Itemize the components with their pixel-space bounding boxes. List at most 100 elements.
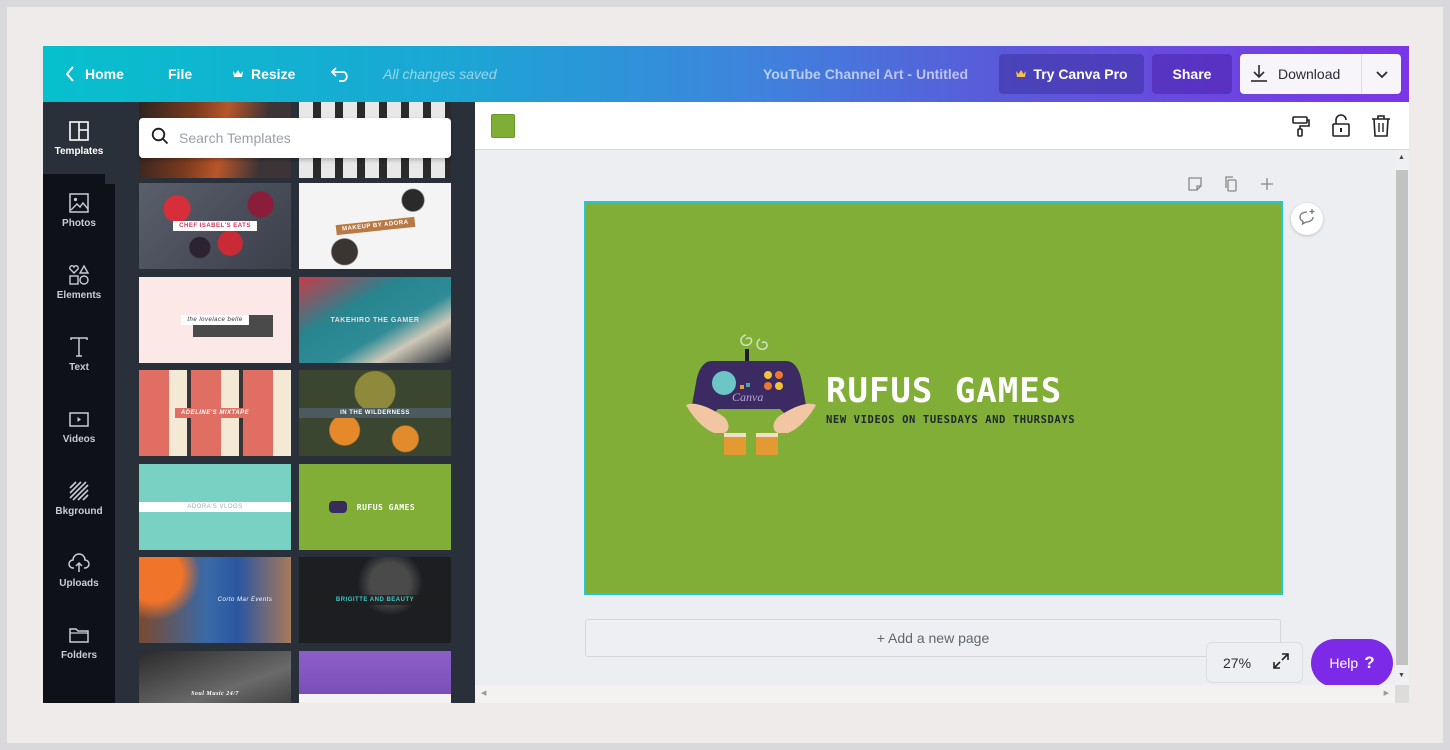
save-status: All changes saved xyxy=(383,66,497,82)
scroll-down-arrow-icon[interactable]: ▼ xyxy=(1398,672,1405,679)
uploads-icon xyxy=(68,552,90,572)
template-thumbnail[interactable]: ADORA'S VLOGS xyxy=(139,464,291,550)
template-caption: Soul Music 24/7 xyxy=(191,691,239,697)
template-thumbnail[interactable]: ADELINE'S MIXTAPE xyxy=(139,370,291,456)
videos-icon xyxy=(69,411,89,427)
search-icon xyxy=(151,127,169,150)
comment-add-icon xyxy=(1298,208,1316,231)
sidebar-item-text[interactable]: Text xyxy=(43,318,115,390)
template-thumbnail[interactable]: IN THE WILDERNESS xyxy=(299,370,451,456)
design-canvas[interactable]: Canva RUFUS GAMES NEW VIDEOS ON TUESDAYS… xyxy=(584,201,1283,595)
template-caption: ADELINE'S MIXTAPE xyxy=(174,408,256,418)
crown-icon xyxy=(232,69,244,79)
chevron-left-icon xyxy=(65,66,75,82)
templates-icon xyxy=(69,120,89,141)
photos-icon xyxy=(69,192,89,213)
design-title[interactable]: RUFUS GAMES xyxy=(826,373,1062,409)
template-thumbnail[interactable]: TAKEHIRO THE GAMER xyxy=(299,277,451,363)
duplicate-page-icon[interactable] xyxy=(1221,174,1241,194)
sidebar-label: Templates xyxy=(54,145,104,157)
home-label: Home xyxy=(85,66,124,82)
template-thumbnail[interactable]: CHEF ISABEL'S EATS xyxy=(139,183,291,269)
template-thumbnail[interactable]: Corto Mar Events xyxy=(139,557,291,643)
undo-button[interactable] xyxy=(331,46,351,102)
document-title[interactable]: YouTube Channel Art - Untitled xyxy=(763,46,968,102)
template-caption: CHEF ISABEL'S EATS xyxy=(173,221,257,231)
scrollbar-corner xyxy=(1395,685,1409,703)
paint-roller-icon[interactable] xyxy=(1290,114,1312,138)
zoom-level[interactable]: 27% xyxy=(1223,655,1251,671)
template-caption: the lovelace belle xyxy=(181,315,249,325)
scroll-up-arrow-icon[interactable]: ▲ xyxy=(1398,154,1405,161)
resize-button[interactable]: Resize xyxy=(232,46,295,102)
template-thumbnail[interactable]: Soul Music 24/7 xyxy=(139,651,291,703)
download-label: Download xyxy=(1278,66,1341,82)
scrollbar-thumb[interactable] xyxy=(1396,170,1408,665)
template-thumbnail[interactable]: RUFUS GAMES xyxy=(299,464,451,550)
notes-icon[interactable] xyxy=(1185,174,1205,194)
home-button[interactable]: Home xyxy=(65,46,124,102)
background-icon xyxy=(69,480,89,501)
folders-icon xyxy=(69,627,89,643)
scroll-right-arrow-icon[interactable]: ▶ xyxy=(1384,689,1389,697)
file-menu-button[interactable]: File xyxy=(168,46,192,102)
sidebar-item-elements[interactable]: Elements xyxy=(43,246,115,318)
help-button[interactable]: Help ? xyxy=(1311,639,1393,687)
undo-icon xyxy=(331,66,351,82)
chevron-down-icon xyxy=(1375,66,1388,82)
template-caption: BRIGITTE AND BEAUTY xyxy=(299,595,451,605)
sidebar-label: Text xyxy=(69,361,89,373)
question-mark-icon: ? xyxy=(1364,653,1375,672)
share-button[interactable]: Share xyxy=(1152,54,1232,94)
template-thumbnail[interactable]: BRIGITTE AND BEAUTY xyxy=(299,557,451,643)
side-navigation: Templates Photos Elements Text Videos Bk… xyxy=(43,102,115,703)
sidebar-item-templates[interactable]: Templates xyxy=(43,102,115,174)
horizontal-scrollbar[interactable]: ◀ ▶ xyxy=(475,685,1395,703)
try-canva-pro-button[interactable]: Try Canva Pro xyxy=(999,54,1144,94)
sidebar-item-folders[interactable]: Folders xyxy=(43,606,115,678)
gamepad-logo-icon: Canva xyxy=(686,334,816,455)
sidebar-item-videos[interactable]: Videos xyxy=(43,390,115,462)
sidebar-item-background[interactable]: Bkground xyxy=(43,462,115,534)
sidebar-item-uploads[interactable]: Uploads xyxy=(43,534,115,606)
add-comment-button[interactable] xyxy=(1291,203,1323,235)
download-options-button[interactable] xyxy=(1361,54,1401,94)
template-caption: RUFUS GAMES xyxy=(356,502,416,512)
template-caption: IN THE WILDERNESS xyxy=(299,408,451,418)
crown-icon xyxy=(1015,66,1027,82)
canva-editor: Home File Resize All changes saved YouTu… xyxy=(43,46,1409,703)
sidebar-label: Videos xyxy=(62,433,96,445)
design-subtitle[interactable]: NEW VIDEOS ON TUESDAYS AND THURSDAYS xyxy=(826,414,1075,426)
gamepad-icon xyxy=(328,501,347,513)
logo-watermark: Canva xyxy=(732,390,763,404)
elements-icon xyxy=(69,264,90,285)
zoom-control[interactable]: 27% xyxy=(1206,642,1303,683)
add-page-icon[interactable] xyxy=(1257,174,1277,194)
template-thumbnail[interactable]: the lovelace belle xyxy=(139,277,291,363)
sidebar-label: Uploads xyxy=(59,577,99,589)
add-new-page-button[interactable]: + Add a new page xyxy=(585,619,1281,657)
sidebar-label: Bkground xyxy=(55,505,103,517)
help-label: Help xyxy=(1329,655,1359,671)
template-thumbnail[interactable]: SUNNY MAKEUP xyxy=(299,651,451,703)
scroll-left-arrow-icon[interactable]: ◀ xyxy=(481,689,486,697)
template-thumbnail[interactable]: MAKEUP BY ADORA xyxy=(299,183,451,269)
fullscreen-icon[interactable] xyxy=(1273,653,1289,672)
search-templates-field[interactable] xyxy=(139,118,451,158)
sidebar-item-photos[interactable]: Photos xyxy=(43,174,115,246)
templates-panel: CHEF ISABEL'S EATS MAKEUP BY ADORA the l… xyxy=(115,102,475,703)
download-icon xyxy=(1250,64,1268,85)
sidebar-label: Folders xyxy=(60,649,98,661)
search-templates-input[interactable] xyxy=(179,130,439,146)
sidebar-label: Elements xyxy=(56,289,102,301)
download-button[interactable]: Download xyxy=(1240,54,1361,94)
add-page-label: + Add a new page xyxy=(876,630,990,646)
sidebar-label: Photos xyxy=(62,217,96,229)
template-caption: Corto Mar Events xyxy=(217,597,273,603)
share-label: Share xyxy=(1172,66,1212,82)
unlock-icon[interactable] xyxy=(1330,114,1352,138)
try-pro-label: Try Canva Pro xyxy=(1033,66,1128,82)
vertical-scrollbar[interactable]: ▲ ▼ xyxy=(1395,150,1409,685)
trash-icon[interactable] xyxy=(1370,114,1392,138)
background-color-swatch[interactable] xyxy=(491,114,515,138)
